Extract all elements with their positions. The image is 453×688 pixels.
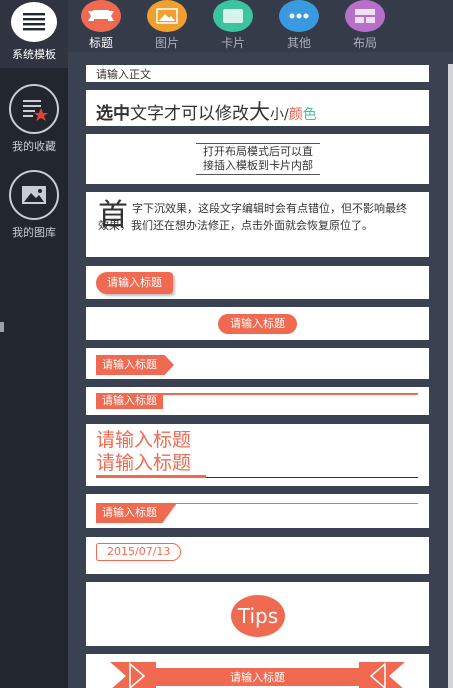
title-two-lines: 请输入标题 请输入标题 xyxy=(96,429,192,474)
title-tag: 请输入标题 xyxy=(96,393,163,409)
layout-icon xyxy=(345,0,385,32)
title-tag: 请输入标题 xyxy=(96,503,177,523)
sidebar: 系统模板 我的收藏 我的图库 xyxy=(0,0,68,688)
template-tips[interactable]: Tips xyxy=(86,582,429,646)
tab-card[interactable]: 卡片 xyxy=(203,0,263,51)
drop-cap-text: 字下沉效果，这段文字编辑时会有点错位，但不影响最终效果，我们还在想办法修正，点击… xyxy=(98,202,407,232)
sidebar-item-label: 我的图库 xyxy=(12,226,56,239)
gallery-icon xyxy=(9,170,59,220)
title-tag: 请输入标题 xyxy=(96,355,174,375)
title-rule xyxy=(206,477,418,478)
template-title-slant[interactable]: 请输入标题 xyxy=(86,494,429,528)
sidebar-item-label: 我的收藏 xyxy=(12,140,56,153)
template-body-text[interactable]: 请输入正文 xyxy=(86,65,429,82)
tab-label: 图片 xyxy=(154,36,179,50)
tab-other[interactable]: 其他 xyxy=(269,0,329,51)
sidebar-item-label: 系统模板 xyxy=(12,48,56,61)
title-tag: 请输入标题 xyxy=(218,314,297,334)
sidebar-item-favorites[interactable]: 我的收藏 xyxy=(0,84,68,154)
drop-cap-char: 首 xyxy=(98,198,128,233)
body-text: 请输入正文 xyxy=(96,68,151,81)
select-text-hint: 选中文字才可以修改大小/颜色 xyxy=(96,100,317,124)
template-title-pill[interactable]: 请输入标题 xyxy=(86,307,429,340)
tab-label: 标题 xyxy=(88,36,113,50)
image-icon xyxy=(147,0,187,32)
template-title-rounded[interactable]: 请输入标题 xyxy=(86,266,429,299)
template-title-two-lines[interactable]: 请输入标题 请输入标题 xyxy=(86,424,429,486)
template-list-icon xyxy=(11,2,57,42)
template-title-ribbon[interactable]: 请输入标题 xyxy=(86,654,429,688)
tab-label: 其他 xyxy=(286,36,311,50)
tab-title[interactable]: 标题 xyxy=(71,0,131,55)
title-tag: 请输入标题 xyxy=(96,272,173,294)
card-icon xyxy=(213,0,253,32)
tab-label: 卡片 xyxy=(220,36,245,50)
template-date[interactable]: 2015/07/13 xyxy=(86,537,429,574)
favorites-icon xyxy=(9,84,59,134)
template-drop-cap[interactable]: 首 字下沉效果，这段文字编辑时会有点错位，但不影响最终效果，我们还在想办法修正，… xyxy=(86,192,429,257)
template-title-line[interactable]: 请输入标题 xyxy=(86,387,429,415)
more-dots-icon xyxy=(279,0,319,32)
category-tabs: 标题 图片 卡片 其他 布局 xyxy=(68,0,453,55)
title-tag: 请输入标题 xyxy=(230,671,285,684)
content-scrollbar[interactable] xyxy=(448,64,453,688)
layout-hint: 打开布局模式后可以直 接插入模板到卡片内部 xyxy=(196,143,320,175)
sidebar-collapse-handle[interactable] xyxy=(0,322,4,332)
title-underline xyxy=(96,475,206,478)
title-ribbon-icon xyxy=(81,0,121,32)
template-list: 请输入正文 选中文字才可以修改大小/颜色 打开布局模式后可以直 接插入模板到卡片… xyxy=(68,52,453,688)
sidebar-item-gallery[interactable]: 我的图库 xyxy=(0,170,68,240)
date-tag: 2015/07/13 xyxy=(96,543,182,561)
tab-label: 布局 xyxy=(352,36,377,50)
template-layout-hint[interactable]: 打开布局模式后可以直 接插入模板到卡片内部 xyxy=(86,134,429,184)
sidebar-item-system-templates[interactable]: 系统模板 xyxy=(0,0,68,68)
template-title-arrow[interactable]: 请输入标题 xyxy=(86,348,429,379)
template-select-text-hint[interactable]: 选中文字才可以修改大小/颜色 xyxy=(86,90,429,126)
tab-layout[interactable]: 布局 xyxy=(335,0,395,51)
tab-image[interactable]: 图片 xyxy=(137,0,197,51)
tips-badge: Tips xyxy=(231,595,285,637)
